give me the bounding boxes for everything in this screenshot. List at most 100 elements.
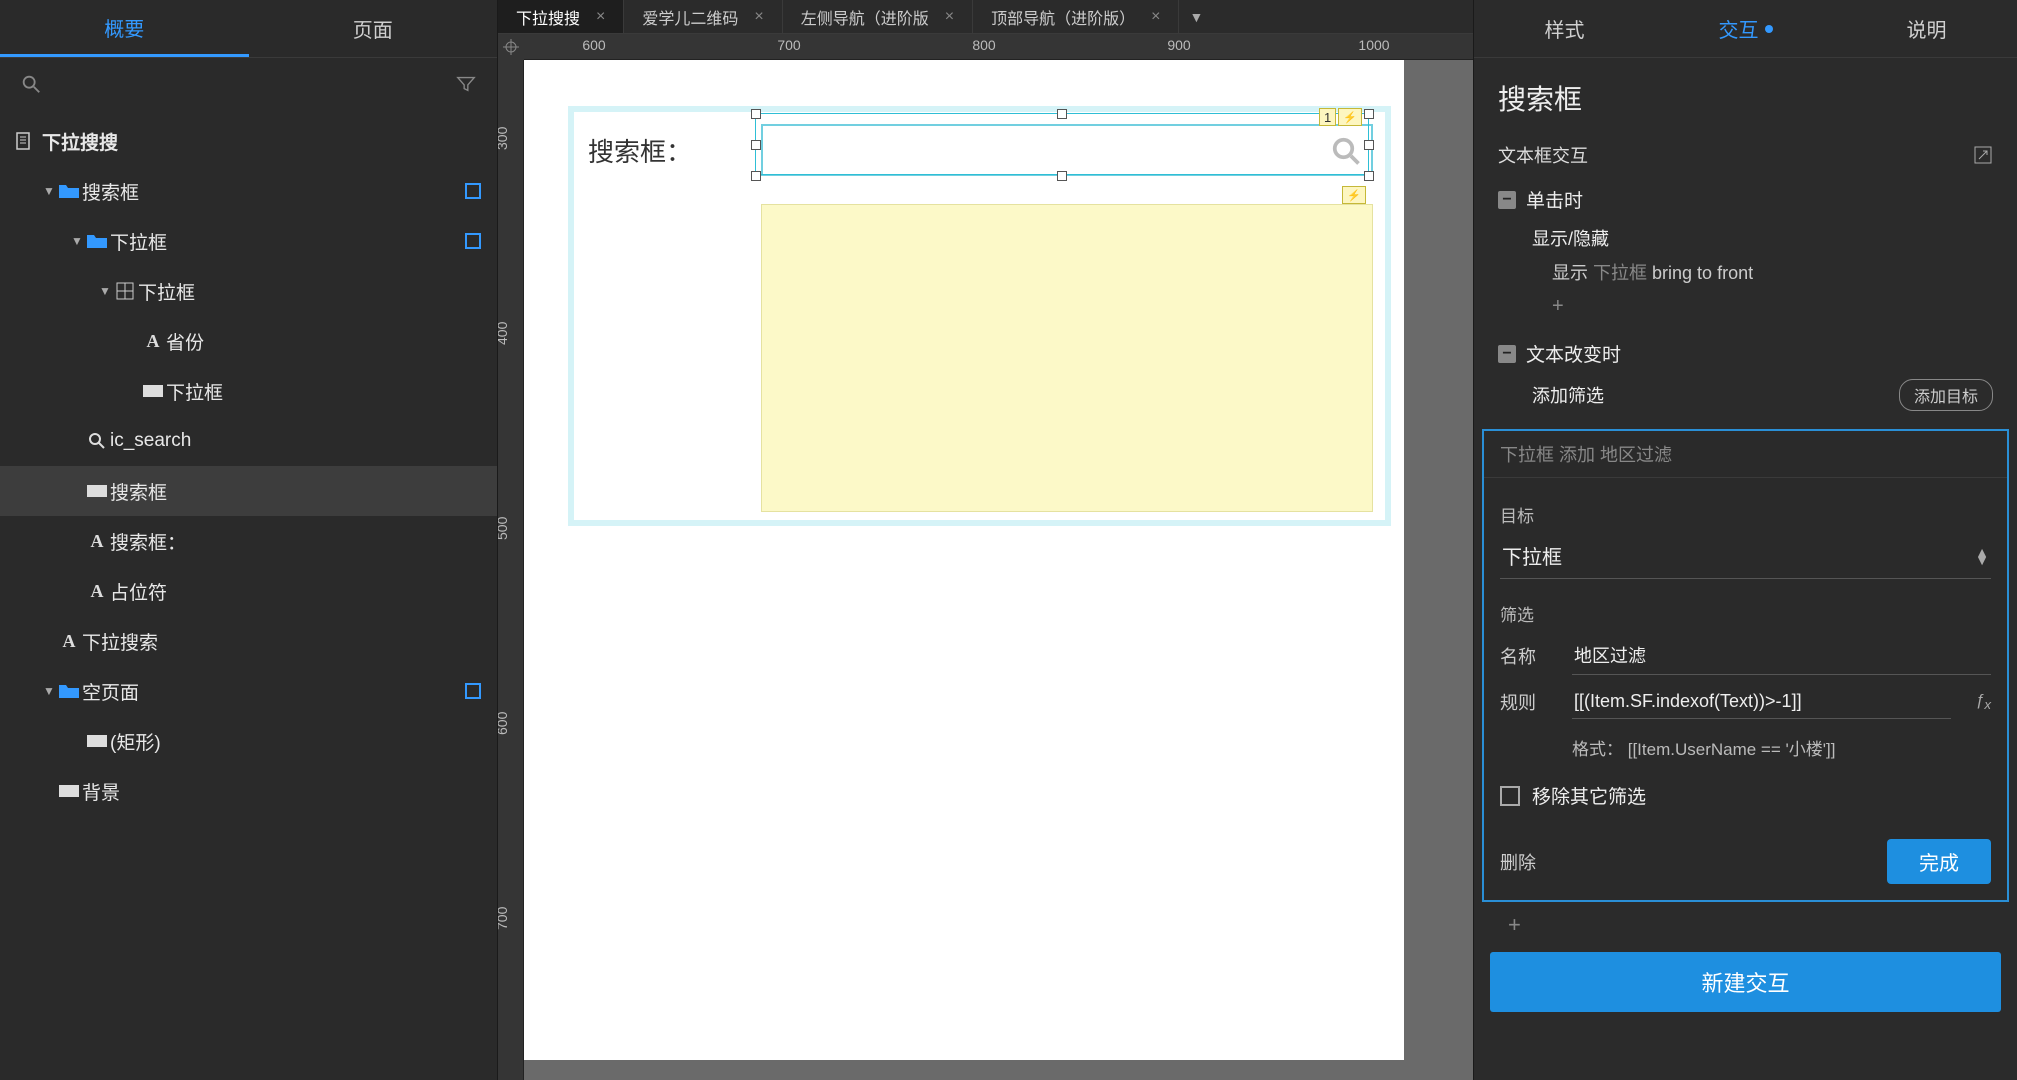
interaction-textchange-block: − 文本改变时 添加筛选 添加目标	[1474, 332, 2017, 423]
canvas[interactable]: 搜索框： 1	[524, 60, 1473, 1080]
tab-style[interactable]: 样式	[1474, 0, 1655, 57]
done-button[interactable]: 完成	[1887, 839, 1991, 884]
ruler-tick: 1000	[1358, 37, 1389, 53]
outline-item[interactable]: A下拉搜索	[0, 616, 497, 666]
ruler-origin[interactable]	[498, 34, 524, 60]
expand-icon[interactable]	[1973, 145, 1993, 165]
interaction-badges[interactable]: 1	[1319, 108, 1362, 126]
close-icon[interactable]: ×	[1151, 8, 1160, 26]
search-input-widget[interactable]	[761, 124, 1373, 176]
chevron-icon[interactable]: ▼	[42, 184, 56, 198]
add-case-button[interactable]: +	[1474, 902, 2017, 938]
document-tab[interactable]: 左侧导航（进阶版 ×	[783, 0, 973, 33]
format-hint: 格式： [[Item.UserName == '小楼']]	[1500, 729, 1991, 766]
target-select[interactable]: 下拉框 ▲▼	[1500, 533, 1991, 579]
rect-icon	[140, 384, 166, 398]
ruler-tick: 800	[972, 37, 995, 53]
resize-handle[interactable]	[751, 171, 761, 181]
ruler-tick: 300	[498, 127, 510, 150]
tab-pages[interactable]: 页面	[249, 0, 498, 57]
outline-item[interactable]: ▼下拉框	[0, 266, 497, 316]
dropdown-panel-widget[interactable]	[761, 204, 1373, 512]
action-show-label: 显示	[1552, 263, 1588, 283]
search-icon[interactable]	[20, 73, 42, 95]
filter-rule-label: 规则	[1500, 689, 1556, 715]
add-action-button[interactable]: +	[1498, 289, 1993, 324]
remove-other-filters-checkbox[interactable]: 移除其它筛选	[1500, 782, 1991, 809]
search-container-widget[interactable]: 搜索框：	[568, 106, 1391, 526]
text-icon: A	[84, 581, 110, 602]
filter-rule-input[interactable]: [[(Item.SF.indexof(Text))>-1]]	[1572, 685, 1951, 719]
new-interaction-button[interactable]: 新建交互	[1490, 952, 2001, 1012]
tab-notes[interactable]: 说明	[1836, 0, 2017, 57]
checkbox-icon	[1500, 786, 1520, 806]
tab-overview[interactable]: 概要	[0, 0, 249, 57]
outline-item[interactable]: ▼下拉框	[0, 216, 497, 266]
search-label-widget[interactable]: 搜索框：	[588, 132, 692, 169]
resize-handle[interactable]	[1364, 171, 1374, 181]
outline-item-label: 下拉框	[166, 378, 481, 405]
action-show-target[interactable]: 显示 下拉框 bring to front	[1498, 255, 1993, 289]
resize-handle[interactable]	[751, 140, 761, 150]
outline-item[interactable]: ▼空页面	[0, 666, 497, 716]
interaction-bolt-icon[interactable]	[1342, 186, 1366, 204]
text-icon: A	[140, 331, 166, 352]
action-showhide[interactable]: 显示/隐藏	[1498, 221, 1993, 255]
search-icon	[84, 431, 110, 451]
rect-icon	[56, 784, 82, 798]
resize-handle[interactable]	[1364, 140, 1374, 150]
event-ontextchange[interactable]: − 文本改变时	[1498, 332, 1993, 375]
interaction-bolt-icon[interactable]	[1338, 108, 1362, 126]
resize-handle[interactable]	[1057, 109, 1067, 119]
chevron-updown-icon: ▲▼	[1975, 548, 1989, 564]
outline-item[interactable]: 背景	[0, 766, 497, 816]
outline-item[interactable]: A占位符	[0, 566, 497, 616]
interaction-badges[interactable]	[1342, 186, 1366, 204]
outline-item[interactable]: (矩形)	[0, 716, 497, 766]
resize-handle[interactable]	[1364, 109, 1374, 119]
outline-tree: 下拉搜搜 ▼搜索框▼下拉框▼下拉框A省份下拉框ic_search搜索框A搜索框：…	[0, 110, 497, 822]
fx-button[interactable]: ƒx	[1967, 692, 1991, 712]
design-page: 搜索框： 1	[524, 60, 1404, 1060]
collapse-icon[interactable]: −	[1498, 191, 1516, 209]
chevron-icon[interactable]: ▼	[70, 234, 84, 248]
document-tab-label: 左侧导航（进阶版	[801, 5, 929, 29]
delete-action-button[interactable]: 删除	[1500, 849, 1536, 875]
resize-handle[interactable]	[751, 109, 761, 119]
action-target-name: 下拉框	[1593, 263, 1647, 283]
outline-root[interactable]: 下拉搜搜	[0, 116, 497, 166]
outline-item[interactable]: A省份	[0, 316, 497, 366]
resize-handle[interactable]	[1057, 171, 1067, 181]
action-addfilter-row[interactable]: 添加筛选 添加目标	[1498, 375, 1993, 415]
close-icon[interactable]: ×	[945, 8, 954, 26]
close-icon[interactable]: ×	[754, 8, 763, 26]
tab-interactions-label: 交互	[1719, 14, 1759, 43]
collapse-icon[interactable]: −	[1498, 345, 1516, 363]
master-marker-icon	[465, 233, 481, 249]
event-onclick[interactable]: − 单击时	[1498, 178, 1993, 221]
footnote-badge[interactable]: 1	[1319, 108, 1336, 126]
document-tab[interactable]: 下拉搜搜 ×	[498, 0, 624, 33]
filter-name-input[interactable]: 地区过滤	[1572, 636, 1991, 675]
document-tab[interactable]: 顶部导航（进阶版）×	[973, 0, 1179, 33]
target-select-value: 下拉框	[1502, 541, 1562, 570]
chevron-icon[interactable]: ▼	[98, 284, 112, 298]
document-tab[interactable]: 爱学儿二维码 ×	[624, 0, 782, 33]
config-summary: 下拉框 添加 地区过滤	[1484, 431, 2007, 478]
outline-item[interactable]: A搜索框：	[0, 516, 497, 566]
ruler-tick: 500	[498, 517, 510, 540]
outline-item[interactable]: 搜索框	[0, 466, 497, 516]
document-tab-label: 爱学儿二维码	[642, 5, 738, 29]
chevron-icon[interactable]: ▼	[42, 684, 56, 698]
interactions-section-label: 文本框交互	[1498, 142, 1588, 168]
document-tab-label: 下拉搜搜	[516, 5, 580, 29]
outline-item[interactable]: ▼搜索框	[0, 166, 497, 216]
outline-item[interactable]: 下拉框	[0, 366, 497, 416]
outline-item-label: 占位符	[110, 578, 481, 605]
add-target-button[interactable]: 添加目标	[1899, 379, 1993, 411]
filter-icon[interactable]	[455, 73, 477, 95]
tabs-overflow-button[interactable]: ▼	[1179, 0, 1213, 33]
close-icon[interactable]: ×	[596, 8, 605, 26]
outline-item[interactable]: ic_search	[0, 416, 497, 466]
tab-interactions[interactable]: 交互	[1655, 0, 1836, 57]
